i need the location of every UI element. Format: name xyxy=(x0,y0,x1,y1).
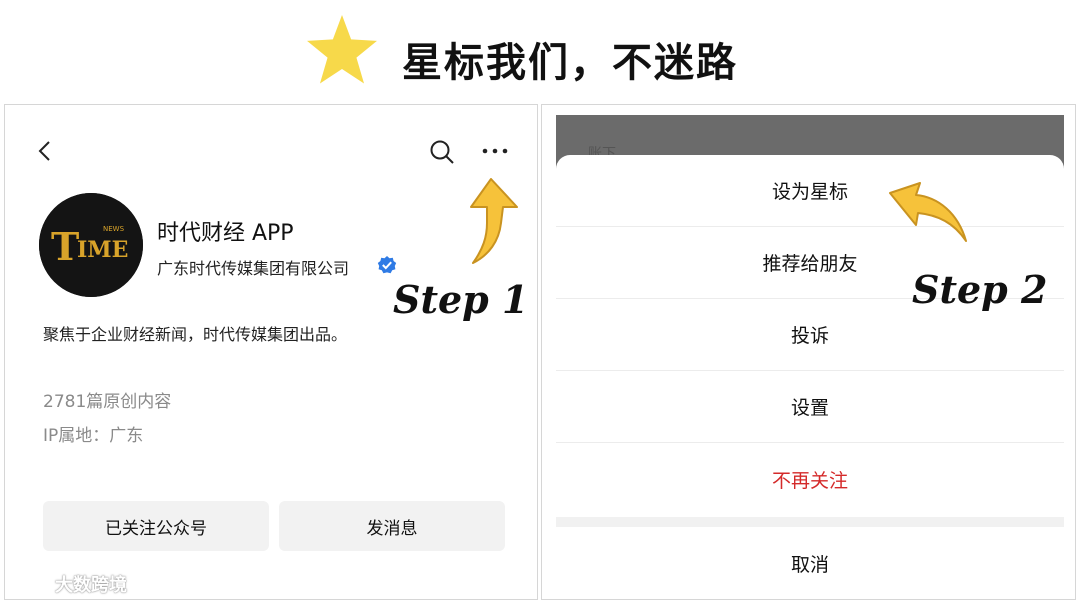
step-2-label: Step 2 xyxy=(912,267,1048,312)
svg-text:IME: IME xyxy=(77,237,128,263)
sheet-divider xyxy=(556,517,1064,527)
action-sheet-screen: 账下 设为星标 推荐给朋友 投诉 设置 不再关注 取消 Step 2 xyxy=(541,104,1076,600)
avatar[interactable]: T IME NEWS xyxy=(39,193,143,297)
verified-badge-icon xyxy=(377,256,397,274)
cancel-button[interactable]: 取消 xyxy=(556,527,1064,599)
more-icon[interactable] xyxy=(481,141,509,161)
svg-text:T: T xyxy=(51,224,79,269)
arrow-up-icon xyxy=(470,178,518,264)
menu-item-settings[interactable]: 设置 xyxy=(556,371,1064,443)
original-posts-count: 2781篇原创内容 xyxy=(43,392,172,412)
watermark: 大数跨境 xyxy=(9,571,127,597)
watermark-text: 大数跨境 xyxy=(55,575,127,596)
step-1-label: Step 1 xyxy=(393,277,529,322)
action-sheet: 设为星标 推荐给朋友 投诉 设置 不再关注 取消 xyxy=(556,155,1064,599)
send-message-button[interactable]: 发消息 xyxy=(279,501,505,551)
star-icon xyxy=(307,15,377,84)
page-title: 星标我们，不迷路 xyxy=(402,40,738,86)
account-name: 时代财经 APP xyxy=(157,221,294,246)
search-icon[interactable] xyxy=(429,139,455,165)
profile-screen: T IME NEWS 时代财经 APP 广东时代传媒集团有限公司 Step 1 … xyxy=(4,104,538,600)
ip-location: IP属地：广东 xyxy=(43,426,144,446)
menu-item-set-star[interactable]: 设为星标 xyxy=(556,155,1064,227)
header-banner: 星标我们，不迷路 xyxy=(0,0,1080,100)
menu-item-unfollow[interactable]: 不再关注 xyxy=(556,443,1064,515)
svg-text:NEWS: NEWS xyxy=(103,225,125,233)
time-logo-icon: T IME NEWS xyxy=(39,193,143,297)
watermark-logo-icon xyxy=(10,575,46,591)
account-organization: 广东时代传媒集团有限公司 xyxy=(157,259,350,278)
back-icon[interactable] xyxy=(33,139,57,163)
followed-button[interactable]: 已关注公众号 xyxy=(43,501,269,551)
arrow-left-icon xyxy=(889,182,967,242)
account-bio: 聚焦于企业财经新闻，时代传媒集团出品。 xyxy=(43,325,348,344)
